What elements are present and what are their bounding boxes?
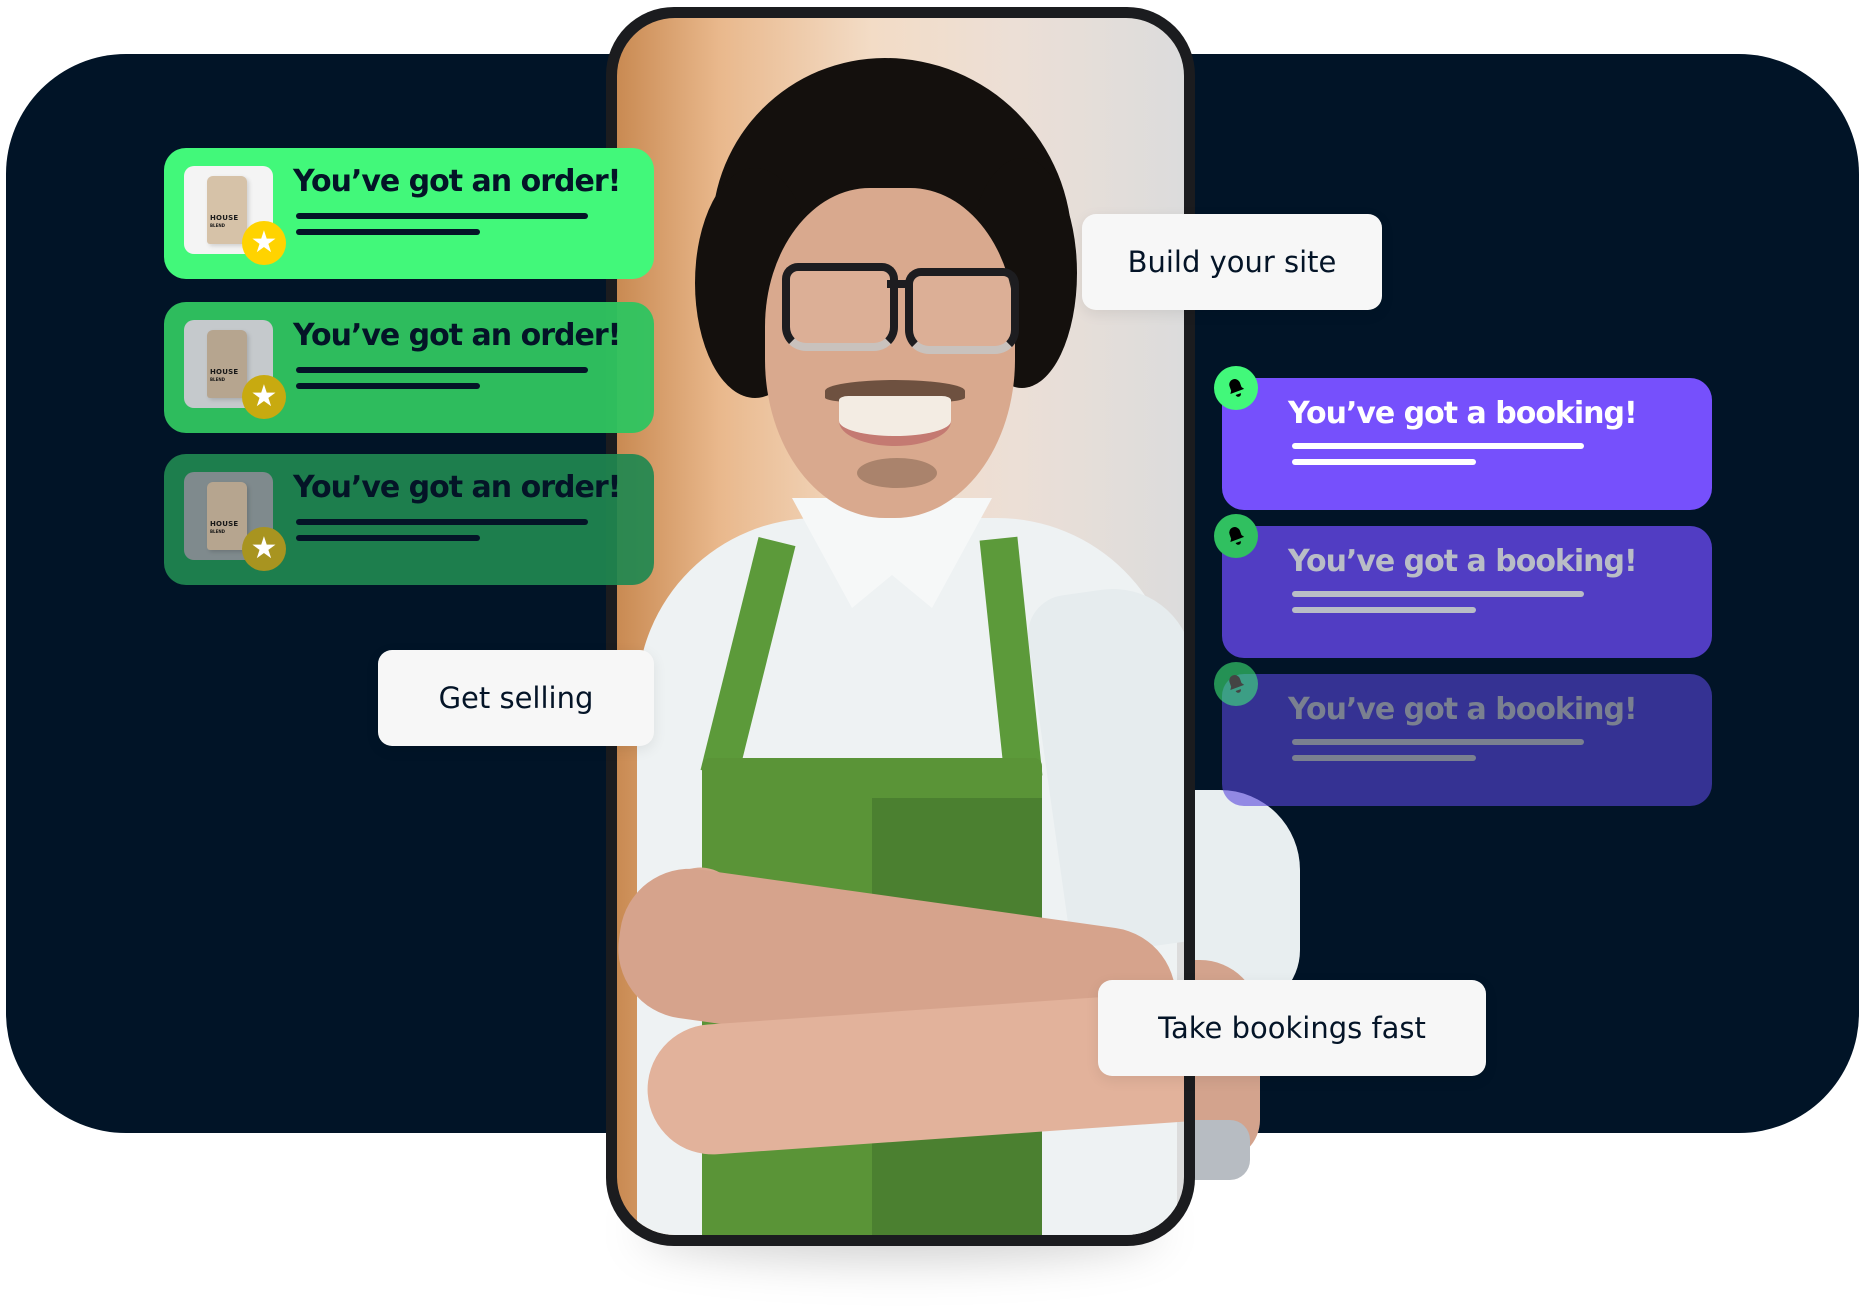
bell-icon — [1214, 366, 1258, 410]
photo-glasses — [905, 268, 1019, 354]
bag-label: HOUSE — [210, 520, 239, 528]
booking-notification[interactable]: You’ve got a booking! — [1214, 366, 1712, 510]
placeholder-line — [296, 367, 588, 373]
bag-sublabel: BLEND — [210, 223, 225, 228]
placeholder-line — [1292, 443, 1584, 449]
take-bookings-fast-label[interactable]: Take bookings fast — [1098, 980, 1486, 1076]
get-selling-label[interactable]: Get selling — [378, 650, 654, 746]
bell-icon-glyph — [1229, 527, 1245, 545]
placeholder-line — [1292, 739, 1584, 745]
order-notification[interactable]: HOUSE BLEND ★ You’ve got an order! — [164, 454, 654, 585]
photo-glasses-bridge — [887, 280, 911, 288]
bag-label: HOUSE — [210, 368, 239, 376]
placeholder-line — [1292, 459, 1476, 465]
star-icon: ★ — [242, 375, 286, 419]
booking-notification[interactable]: You’ve got a booking! — [1214, 662, 1712, 806]
placeholder-line — [296, 213, 588, 219]
star-icon: ★ — [242, 221, 286, 265]
photo-glasses — [782, 263, 898, 351]
bell-icon — [1214, 662, 1258, 706]
notification-title: You’ve got an order! — [293, 318, 621, 353]
placeholder-line — [296, 535, 480, 541]
order-notification[interactable]: HOUSE BLEND ★ You’ve got an order! — [164, 148, 654, 279]
notification-title: You’ve got an order! — [293, 164, 621, 199]
notification-title: You’ve got a booking! — [1288, 692, 1638, 727]
notification-title: You’ve got a booking! — [1288, 544, 1638, 579]
bag-sublabel: BLEND — [210, 529, 225, 534]
build-your-site-label[interactable]: Build your site — [1082, 214, 1382, 310]
bell-icon-glyph — [1229, 675, 1245, 693]
order-notification[interactable]: HOUSE BLEND ★ You’ve got an order! — [164, 302, 654, 433]
bag-label: HOUSE — [210, 214, 239, 222]
bag-sublabel: BLEND — [210, 377, 225, 382]
placeholder-line — [1292, 755, 1476, 761]
placeholder-line — [296, 383, 480, 389]
bell-icon — [1214, 514, 1258, 558]
star-icon: ★ — [242, 527, 286, 571]
placeholder-line — [1292, 591, 1584, 597]
notification-title: You’ve got an order! — [293, 470, 621, 505]
notification-title: You’ve got a booking! — [1288, 396, 1638, 431]
coffee-bag-image: HOUSE BLEND — [207, 482, 247, 550]
booking-notification[interactable]: You’ve got a booking! — [1214, 514, 1712, 658]
placeholder-line — [1292, 607, 1476, 613]
coffee-bag-image: HOUSE BLEND — [207, 330, 247, 398]
placeholder-line — [296, 519, 588, 525]
photo-beard — [857, 458, 937, 488]
photo-smile — [839, 396, 951, 446]
placeholder-line — [296, 229, 480, 235]
coffee-bag-image: HOUSE BLEND — [207, 176, 247, 244]
bell-icon-glyph — [1229, 379, 1245, 397]
